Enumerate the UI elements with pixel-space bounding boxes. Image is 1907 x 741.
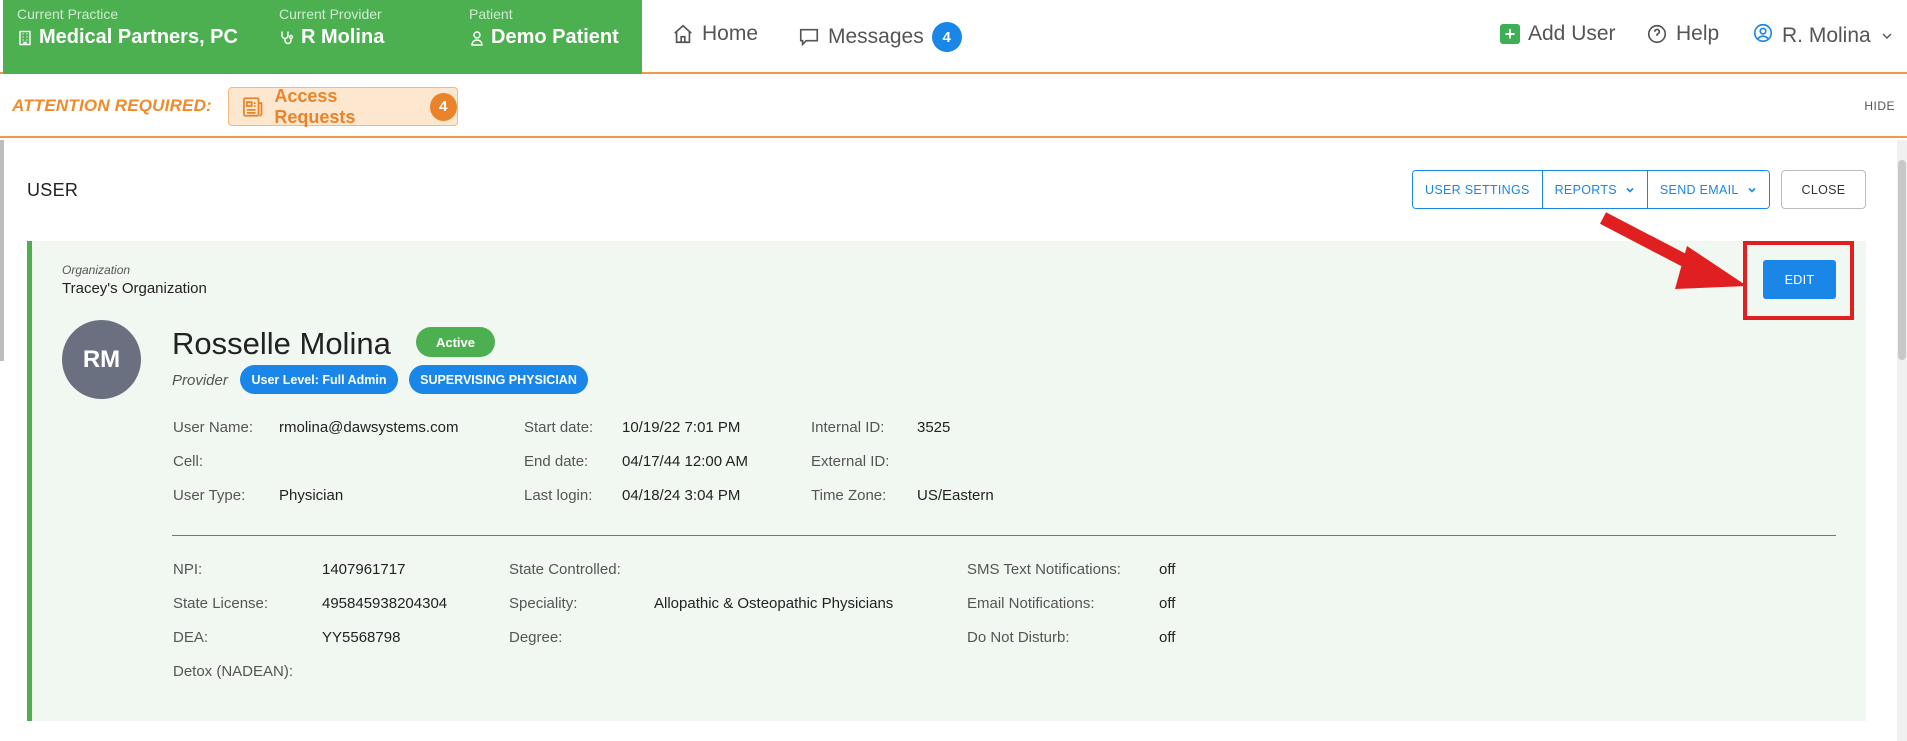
do-not-disturb-label: Do Not Disturb: — [967, 629, 1070, 646]
messages-count-badge: 4 — [931, 22, 962, 52]
current-provider-label: Current Provider — [279, 6, 382, 22]
chevron-down-icon — [1748, 187, 1756, 193]
speciality-value: Allopathic & Osteopathic Physicians — [654, 595, 894, 612]
annotation-arrow-icon — [1599, 212, 1747, 289]
state-license-label: State License: — [173, 595, 269, 612]
question-circle-icon — [1647, 24, 1667, 44]
plus-square-icon: + — [1500, 24, 1520, 44]
chevron-down-icon — [1882, 33, 1892, 39]
scrollbar-thumb[interactable] — [1898, 160, 1906, 360]
add-user-label: Add User — [1528, 22, 1616, 45]
time-zone-value: US/Eastern — [917, 487, 994, 504]
panel-action-group: USER SETTINGS REPORTS SEND EMAIL — [1412, 170, 1770, 209]
role-label: Provider — [172, 372, 228, 389]
last-login-value: 04/18/24 3:04 PM — [622, 487, 741, 504]
close-button[interactable]: CLOSE — [1781, 170, 1866, 209]
send-email-dropdown[interactable]: SEND EMAIL — [1647, 171, 1769, 208]
current-patient-label: Patient — [469, 6, 513, 22]
username-value: rmolina@dawsystems.com — [279, 419, 459, 436]
context-block: Current Practice Medical Partners, PC Cu… — [3, 0, 642, 74]
start-date-label: Start date: — [524, 419, 594, 436]
current-provider[interactable]: Current Provider R Molina — [279, 6, 384, 49]
npi-label: NPI: — [173, 561, 203, 578]
current-practice[interactable]: Current Practice Medical Partners, PC — [17, 6, 238, 49]
building-icon — [19, 30, 31, 45]
section-divider — [172, 535, 1836, 536]
left-edge-strip — [0, 140, 4, 361]
current-patient[interactable]: Patient Demo Patient — [469, 6, 619, 49]
help-link[interactable]: Help — [1646, 22, 1719, 46]
current-practice-label: Current Practice — [17, 6, 119, 22]
chevron-down-icon — [1626, 187, 1634, 193]
status-badge: Active — [416, 327, 495, 357]
current-practice-value: Medical Partners, PC — [39, 26, 238, 48]
npi-value: 1407961717 — [322, 561, 406, 578]
supervising-physician-pill: SUPERVISING PHYSICIAN — [409, 365, 588, 394]
dea-label: DEA: — [173, 629, 209, 646]
do-not-disturb-value: off — [1159, 629, 1176, 646]
state-license-value: 495845938204304 — [322, 595, 448, 612]
internal-id-value: 3525 — [917, 419, 951, 436]
add-user-button[interactable]: + Add User — [1500, 22, 1616, 46]
end-date-value: 04/17/44 12:00 AM — [622, 453, 748, 470]
access-requests-button[interactable]: Access Requests 4 — [228, 85, 458, 127]
edit-button[interactable]: EDIT — [1763, 260, 1836, 299]
reports-dropdown[interactable]: REPORTS — [1542, 171, 1648, 208]
person-icon — [471, 30, 483, 46]
messages-link[interactable]: Messages 4 — [798, 22, 962, 52]
cell-label: Cell: — [173, 453, 204, 470]
email-notifications-value: off — [1159, 595, 1176, 612]
organization-label: Organization — [62, 263, 131, 277]
dea-value: YY5568798 — [322, 629, 401, 646]
home-icon — [674, 24, 692, 44]
state-controlled-label: State Controlled: — [509, 561, 621, 578]
help-label: Help — [1676, 22, 1720, 45]
access-requests-label: Access Requests — [274, 85, 356, 127]
user-level-pill: User Level: Full Admin — [240, 365, 398, 394]
user-type-value: Physician — [279, 487, 344, 504]
avatar: RM — [62, 320, 141, 399]
reports-label: REPORTS — [1554, 182, 1617, 197]
user-card — [27, 241, 1866, 721]
current-patient-value: Demo Patient — [491, 26, 619, 48]
username-label: User Name: — [173, 419, 254, 436]
hide-attention-link[interactable]: HIDE — [1864, 99, 1895, 113]
sms-notifications-label: SMS Text Notifications: — [967, 561, 1121, 578]
user-type-label: User Type: — [173, 487, 246, 504]
account-label: R. Molina — [1782, 24, 1871, 47]
user-full-name: Rosselle Molina — [172, 326, 391, 361]
end-date-label: End date: — [524, 453, 589, 470]
start-date-value: 10/19/22 7:01 PM — [622, 419, 741, 436]
attention-label: ATTENTION REQUIRED: — [12, 96, 212, 115]
internal-id-label: Internal ID: — [811, 419, 885, 436]
external-id-label: External ID: — [811, 453, 890, 470]
newspaper-icon — [243, 96, 263, 117]
home-label: Home — [702, 22, 759, 45]
user-circle-icon — [1753, 23, 1773, 43]
user-settings-label: USER SETTINGS — [1425, 182, 1530, 197]
send-email-label: SEND EMAIL — [1659, 182, 1739, 197]
attention-bar: ATTENTION REQUIRED: Access Requests 4 HI… — [0, 75, 1907, 138]
organization-value: Tracey's Organization — [62, 280, 207, 297]
chat-icon — [799, 28, 819, 47]
speciality-label: Speciality: — [509, 595, 578, 612]
access-requests-count-badge: 4 — [429, 92, 457, 121]
account-menu[interactable]: R. Molina — [1752, 22, 1895, 50]
current-provider-value: R Molina — [301, 26, 385, 48]
top-navigation-bar: Current Practice Medical Partners, PC Cu… — [0, 0, 1907, 74]
user-settings-button[interactable]: USER SETTINGS — [1413, 171, 1543, 208]
degree-label: Degree: — [509, 629, 563, 646]
home-link[interactable]: Home — [672, 22, 758, 46]
sms-notifications-value: off — [1159, 561, 1176, 578]
messages-label: Messages — [828, 25, 924, 48]
last-login-label: Last login: — [524, 487, 593, 504]
stethoscope-icon — [281, 31, 294, 44]
time-zone-label: Time Zone: — [811, 487, 887, 504]
detox-label: Detox (NADEAN): — [173, 663, 294, 680]
panel-title: USER — [27, 180, 79, 200]
email-notifications-label: Email Notifications: — [967, 595, 1095, 612]
